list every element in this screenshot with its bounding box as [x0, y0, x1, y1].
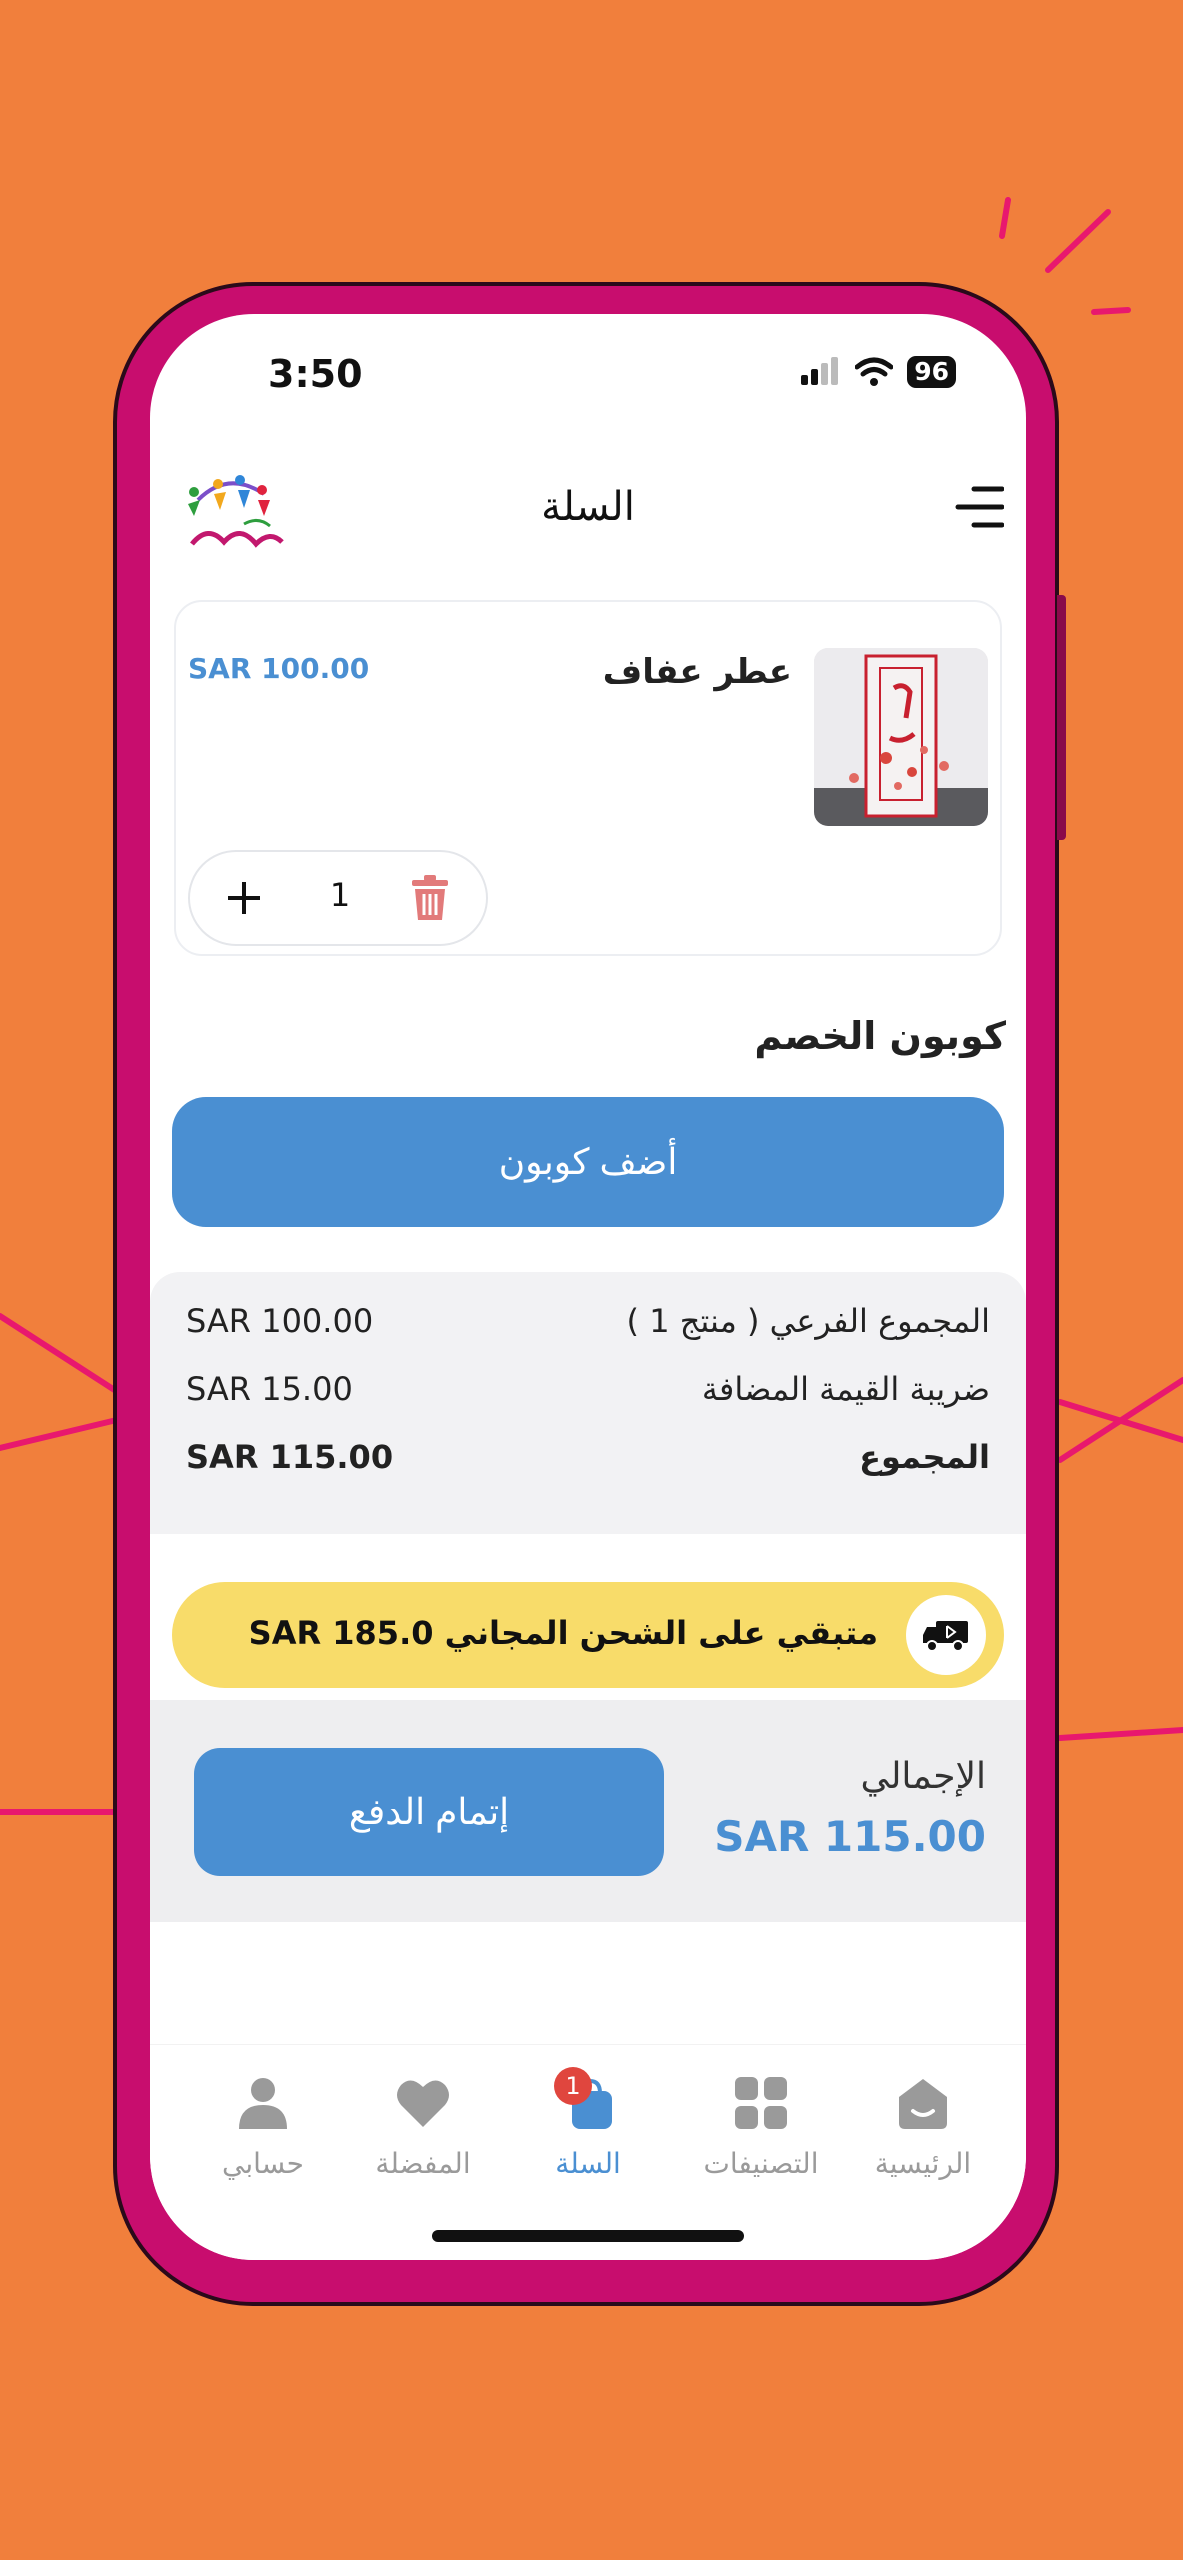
cart-item-card: عطر عفاف SAR 100.00 1 [174, 600, 1002, 956]
status-time: 3:50 [268, 352, 363, 396]
free-shipping-text: متبقي على الشحن المجاني SAR 185.0 [248, 1614, 878, 1652]
cart-count-badge: 1 [554, 2067, 592, 2105]
menu-icon[interactable] [954, 484, 1004, 530]
tab-label: التصنيفات [703, 2147, 819, 2180]
tab-label: المفضلة [375, 2147, 471, 2180]
trash-icon[interactable] [404, 872, 456, 924]
quantity-stepper: 1 [188, 850, 488, 946]
user-icon [239, 2078, 287, 2129]
bottom-tab-bar: حسابي المفضلة 1 السلة التصنيفات الرئيسية [150, 2044, 1026, 2260]
coupon-section-title: كوبون الخصم [754, 1014, 1006, 1058]
checkout-bar: الإجمالي SAR 115.00 إتمام الدفع [150, 1700, 1026, 1922]
product-name: عطر عفاف [602, 652, 792, 692]
vat-label: ضريبة القيمة المضافة [701, 1370, 990, 1408]
wifi-icon [855, 357, 894, 386]
tab-label: حسابي [222, 2147, 304, 2180]
increase-quantity-button[interactable] [214, 868, 274, 928]
subtotal-value: SAR 100.00 [186, 1302, 374, 1340]
plus-icon [228, 882, 260, 914]
total-value: SAR 115.00 [186, 1438, 394, 1476]
tab-categories[interactable]: التصنيفات [676, 2073, 846, 2193]
product-image[interactable] [814, 648, 988, 826]
page-title: السلة [541, 484, 635, 530]
grand-total-value: SAR 115.00 [714, 1812, 986, 1861]
order-summary: المجموع الفرعي ( منتج 1 ) SAR 100.00 ضري… [150, 1272, 1026, 1534]
status-icons: 96 [801, 356, 956, 388]
total-row: المجموع SAR 115.00 [186, 1438, 990, 1476]
truck-icon-circle [906, 1595, 986, 1675]
signal-icon [801, 357, 839, 385]
free-shipping-banner: متبقي على الشحن المجاني SAR 185.0 [172, 1582, 1004, 1688]
tab-label: السلة [555, 2147, 621, 2180]
tab-favorites[interactable]: المفضلة [338, 2073, 508, 2193]
product-price: SAR 100.00 [188, 652, 370, 685]
home-indicator [432, 2230, 744, 2242]
phone-side-button [1057, 595, 1066, 840]
tab-cart[interactable]: 1 السلة [503, 2067, 673, 2193]
grand-total-label: الإجمالي [860, 1756, 986, 1797]
battery-indicator: 96 [907, 356, 956, 388]
quantity-value: 1 [329, 876, 351, 914]
vat-row: ضريبة القيمة المضافة SAR 15.00 [186, 1370, 990, 1408]
tab-home[interactable]: الرئيسية [838, 2073, 1008, 2193]
subtotal-label: المجموع الفرعي ( منتج 1 ) [626, 1302, 990, 1340]
phone-screen: 3:50 96 السلة عطر عفاف SAR 100.00 1 كوبو… [150, 314, 1026, 2260]
heart-icon [397, 2080, 449, 2127]
categories-icon [735, 2077, 787, 2129]
tab-label: الرئيسية [874, 2147, 972, 2180]
subtotal-row: المجموع الفرعي ( منتج 1 ) SAR 100.00 [186, 1302, 990, 1340]
tab-account[interactable]: حسابي [178, 2073, 348, 2193]
total-label: المجموع [859, 1438, 990, 1476]
checkout-button[interactable]: إتمام الدفع [194, 1748, 664, 1876]
vat-value: SAR 15.00 [186, 1370, 353, 1408]
truck-icon [923, 1621, 968, 1652]
home-icon [899, 2079, 947, 2129]
add-coupon-button[interactable]: أضف كوبون [172, 1097, 1004, 1227]
cart-tab-icon: 1 [554, 2067, 618, 2133]
